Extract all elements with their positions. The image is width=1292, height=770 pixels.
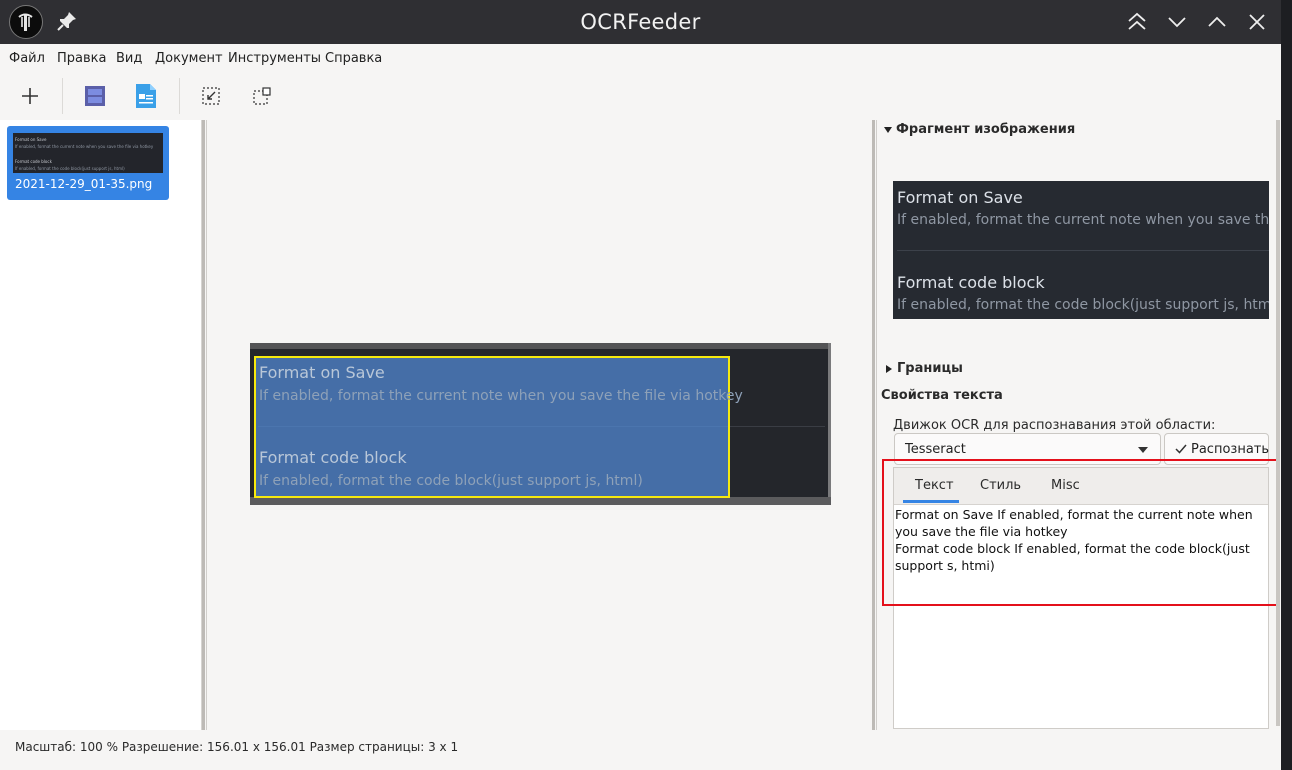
pages-panel [0, 120, 202, 730]
maximize-icon[interactable] [1206, 11, 1228, 33]
check-icon [1175, 444, 1187, 454]
text-properties-header: Свойства текста [881, 388, 1003, 403]
preview-divider [897, 250, 1269, 251]
zoom-fit-icon[interactable] [197, 82, 225, 110]
thumb-line: If enabled, format the code block(just s… [15, 166, 125, 171]
recognize-label: Распознать [1191, 442, 1270, 457]
page-layout-icon[interactable] [81, 82, 109, 110]
canvas-text: If enabled, format the current note when… [259, 388, 743, 404]
minimize-icon[interactable] [1166, 11, 1188, 33]
expander-down-icon [884, 126, 892, 133]
app-window: OCRFeeder Файл Правка Вид Документ Инстр… [0, 0, 1281, 770]
thumb-line: If enabled, format the current note when… [15, 144, 154, 149]
status-bar: Масштаб: 100 % Разрешение: 156.01 x 156.… [0, 730, 1281, 766]
image-bottom-edge [250, 497, 831, 505]
document-text-icon[interactable] [132, 82, 160, 110]
chevron-down-icon [1138, 447, 1148, 453]
pane-divider[interactable] [876, 120, 877, 730]
thumbnail-image: Format on Save If enabled, format the cu… [13, 133, 163, 173]
ocr-engine-label: Движок OCR для распознавания этой област… [893, 418, 1216, 433]
menu-bar: Файл Правка Вид Документ Инструменты Спр… [0, 44, 1281, 72]
highlight-annotation-box [882, 459, 1279, 606]
bounds-label: Границы [897, 361, 963, 376]
menu-document[interactable]: Документ [155, 51, 223, 66]
bounds-expander[interactable]: Границы [886, 361, 963, 376]
select-area-icon[interactable] [248, 82, 276, 110]
image-edge [828, 343, 831, 505]
image-fragment-expander[interactable]: Фрагмент изображения [884, 122, 1075, 137]
preview-text: If enabled, format the current note when… [897, 212, 1269, 228]
toolbar [0, 72, 1281, 120]
menu-tools[interactable]: Инструменты [228, 51, 321, 66]
canvas-text: Format on Save [259, 363, 385, 382]
page-thumbnail[interactable]: Format on Save If enabled, format the cu… [7, 126, 169, 200]
ocr-engine-value: Tesseract [905, 442, 966, 457]
close-icon[interactable] [1246, 11, 1268, 33]
menu-edit[interactable]: Правка [57, 51, 106, 66]
pane-divider[interactable] [206, 120, 207, 730]
status-text: Масштаб: 100 % Разрешение: 156.01 x 156.… [15, 740, 459, 754]
window-title: OCRFeeder [580, 10, 701, 34]
menu-help[interactable]: Справка [325, 51, 382, 66]
canvas-text: Format code block [259, 448, 407, 467]
right-panel-scrollbar[interactable] [1276, 120, 1280, 726]
expander-right-icon [886, 364, 892, 373]
preview-text: Format code block [897, 273, 1045, 292]
thumb-line: Format on Save [15, 137, 47, 142]
preview-text: If enabled, format the code block(just s… [897, 297, 1269, 313]
canvas-text: If enabled, format the code block(just s… [259, 473, 643, 489]
menu-view[interactable]: Вид [116, 51, 142, 66]
image-fragment-label: Фрагмент изображения [896, 122, 1076, 137]
thumbnail-caption: 2021-12-29_01-35.png [15, 177, 153, 191]
canvas-scrollbar[interactable] [872, 120, 875, 730]
title-bar: OCRFeeder [0, 0, 1281, 44]
left-pane-scrollbar[interactable] [202, 120, 205, 730]
toolbar-separator [62, 78, 63, 114]
preview-text: Format on Save [897, 188, 1023, 207]
toolbar-separator [179, 78, 180, 114]
add-icon[interactable] [16, 82, 44, 110]
fragment-preview: Format on Save If enabled, format the cu… [893, 181, 1269, 319]
menu-file[interactable]: Файл [9, 51, 45, 66]
keep-above-icon[interactable] [1126, 11, 1148, 33]
thumb-line: Format code block [15, 159, 52, 164]
